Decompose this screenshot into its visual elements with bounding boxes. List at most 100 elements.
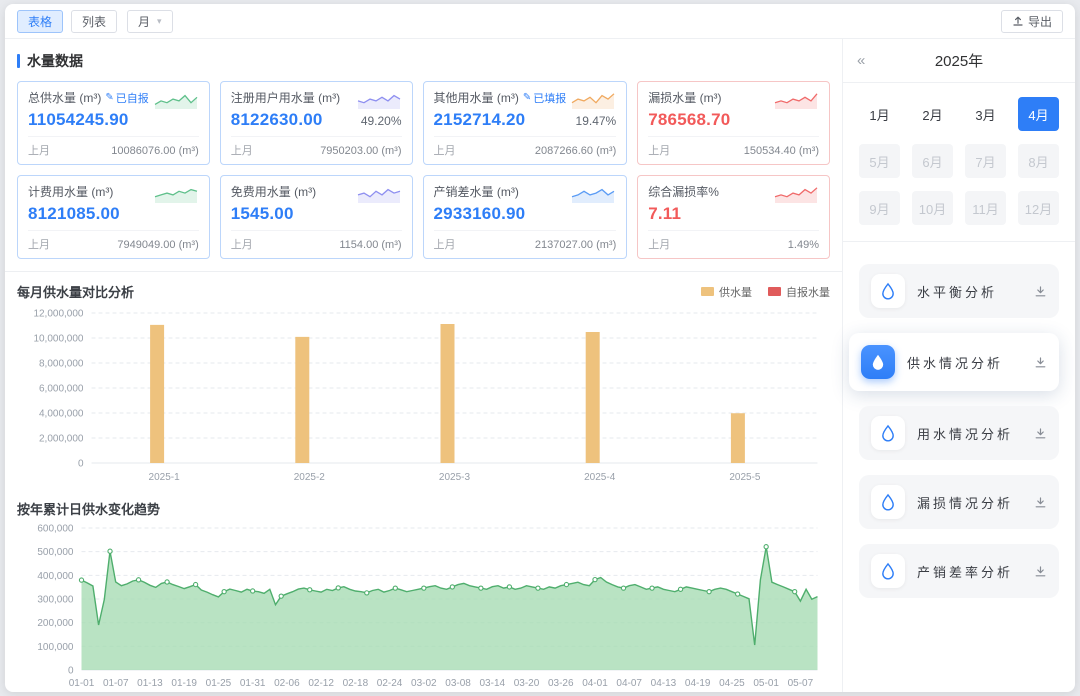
svg-text:200,000: 200,000: [37, 618, 74, 629]
analysis-item-leakage-situation[interactable]: 漏损情况分析: [859, 475, 1059, 529]
svg-text:2025-2: 2025-2: [294, 472, 326, 483]
prev-label: 上月: [231, 142, 253, 158]
period-select[interactable]: 月▾: [127, 10, 173, 33]
svg-text:0: 0: [78, 459, 84, 470]
sparkline: [570, 184, 616, 204]
download-icon[interactable]: [1034, 356, 1047, 369]
supply-legend-swatch: [701, 287, 714, 296]
prev-label: 上月: [648, 142, 670, 158]
main-panel: 水量数据 总供水量 (m³)✎已自报 11054245.90 上月1008607…: [5, 39, 842, 692]
legend-label: 供水量: [719, 284, 752, 300]
month-cell-oct: 10月: [912, 191, 953, 225]
svg-text:300,000: 300,000: [37, 595, 74, 606]
kpi-card-grid: 总供水量 (m³)✎已自报 11054245.90 上月10086076.00 …: [17, 81, 830, 259]
sparkline: [570, 90, 616, 110]
month-cell-apr[interactable]: 4月: [1018, 97, 1059, 131]
analysis-item-usage-situation[interactable]: 用水情况分析: [859, 406, 1059, 460]
svg-text:03-20: 03-20: [514, 678, 540, 689]
legend-label: 自报水量: [786, 284, 830, 300]
svg-text:400,000: 400,000: [37, 571, 74, 582]
svg-text:2,000,000: 2,000,000: [39, 434, 84, 445]
prev-label: 上月: [434, 236, 456, 252]
self-report-legend-swatch: [768, 287, 781, 296]
svg-text:01-01: 01-01: [69, 678, 95, 689]
prev-value: 150534.40 (m³): [744, 145, 819, 157]
tag-label: 已填报: [533, 90, 566, 106]
svg-text:2025-3: 2025-3: [439, 472, 471, 483]
water-drop-icon: [871, 416, 905, 450]
svg-text:03-26: 03-26: [548, 678, 574, 689]
page-title-text: 水量数据: [27, 51, 83, 71]
export-icon: [1012, 15, 1024, 27]
prev-value: 10086076.00 (m³): [111, 145, 198, 157]
card-value: 7.11: [648, 204, 681, 224]
title-accent-bar: [17, 54, 20, 68]
download-icon[interactable]: [1034, 496, 1047, 509]
export-button[interactable]: 导出: [1001, 10, 1063, 33]
kpi-card-billed-usage: 计费用水量 (m³)✎ 8121085.00 上月7949049.00 (m³): [17, 175, 210, 259]
svg-text:05-01: 05-01: [753, 678, 779, 689]
svg-text:03-14: 03-14: [480, 678, 506, 689]
sparkline: [153, 90, 199, 110]
kpi-card-leakage: 漏损水量 (m³)✎ 786568.70 上月150534.40 (m³): [637, 81, 830, 165]
analysis-item-supply-situation[interactable]: 供水情况分析: [849, 333, 1059, 391]
card-percent: 49.20%: [361, 114, 402, 128]
toolbar: 表格 列表 月▾ 导出: [5, 4, 1075, 39]
svg-text:02-06: 02-06: [274, 678, 300, 689]
card-title: 综合漏损率%: [648, 183, 719, 200]
analysis-item-water-balance[interactable]: 水平衡分析: [859, 264, 1059, 318]
card-percent: 19.47%: [576, 114, 617, 128]
card-title: 注册用户用水量 (m³): [231, 89, 340, 106]
tag-label: 已自报: [116, 90, 149, 106]
water-drop-icon: [871, 485, 905, 519]
prev-value: 7950203.00 (m³): [320, 145, 401, 157]
svg-text:100,000: 100,000: [37, 642, 74, 653]
month-cell-mar[interactable]: 3月: [965, 97, 1006, 131]
card-title: 计费用水量 (m³): [28, 183, 113, 200]
download-icon[interactable]: [1034, 285, 1047, 298]
monthly-supply-chart-block: 每月供水量对比分析 供水量 自报水量 02,000,0004,000,0006,…: [17, 272, 830, 489]
tab-table[interactable]: 表格: [17, 10, 63, 33]
kpi-card-free-usage: 免费用水量 (m³)✎ 1545.00 上月1154.00 (m³): [220, 175, 413, 259]
month-cell-feb[interactable]: 2月: [912, 97, 953, 131]
card-value: 2933160.90: [434, 204, 526, 224]
content: 水量数据 总供水量 (m³)✎已自报 11054245.90 上月1008607…: [5, 39, 1075, 692]
daily-supply-trend-chart[interactable]: 0100,000200,000300,000400,000500,000600,…: [17, 520, 830, 692]
analysis-label: 产销差率分析: [917, 562, 1013, 581]
month-cell-jul: 7月: [965, 144, 1006, 178]
svg-text:2025-1: 2025-1: [149, 472, 181, 483]
analysis-item-sales-diff-rate[interactable]: 产销差率分析: [859, 544, 1059, 598]
card-value: 786568.70: [648, 110, 730, 130]
svg-text:8,000,000: 8,000,000: [39, 359, 84, 370]
chart-legend: 供水量 自报水量: [701, 284, 830, 300]
month-cell-jun: 6月: [912, 144, 953, 178]
analysis-label: 用水情况分析: [917, 424, 1013, 443]
svg-text:04-01: 04-01: [582, 678, 608, 689]
previous-year-icon[interactable]: «: [857, 52, 865, 69]
sparkline: [153, 184, 199, 204]
legend-self-report[interactable]: 自报水量: [768, 284, 830, 300]
download-icon[interactable]: [1034, 565, 1047, 578]
month-grid: 1月 2月 3月 4月 5月 6月 7月 8月 9月 10月 11月 12月: [843, 83, 1075, 242]
month-cell-aug: 8月: [1018, 144, 1059, 178]
month-cell-sep: 9月: [859, 191, 900, 225]
water-dashboard: 表格 列表 月▾ 导出 水量数据 总供水量 (m³)✎已自报 11054245.…: [5, 4, 1075, 692]
sparkline: [356, 90, 402, 110]
kpi-card-total-supply: 总供水量 (m³)✎已自报 11054245.90 上月10086076.00 …: [17, 81, 210, 165]
chevron-down-icon: ▾: [157, 16, 162, 27]
tab-list[interactable]: 列表: [71, 10, 117, 33]
svg-text:600,000: 600,000: [37, 524, 74, 535]
svg-text:04-25: 04-25: [719, 678, 745, 689]
svg-text:03-08: 03-08: [445, 678, 471, 689]
analysis-label: 水平衡分析: [917, 282, 997, 301]
prev-value: 1.49%: [788, 239, 819, 251]
month-cell-dec: 12月: [1018, 191, 1059, 225]
monthly-supply-bar-chart[interactable]: 02,000,0004,000,0006,000,0008,000,00010,…: [17, 303, 830, 489]
svg-text:05-07: 05-07: [788, 678, 814, 689]
month-cell-jan[interactable]: 1月: [859, 97, 900, 131]
download-icon[interactable]: [1034, 427, 1047, 440]
month-cell-may: 5月: [859, 144, 900, 178]
legend-supply[interactable]: 供水量: [701, 284, 752, 300]
page-title: 水量数据: [17, 51, 830, 71]
water-drop-icon: [871, 554, 905, 588]
